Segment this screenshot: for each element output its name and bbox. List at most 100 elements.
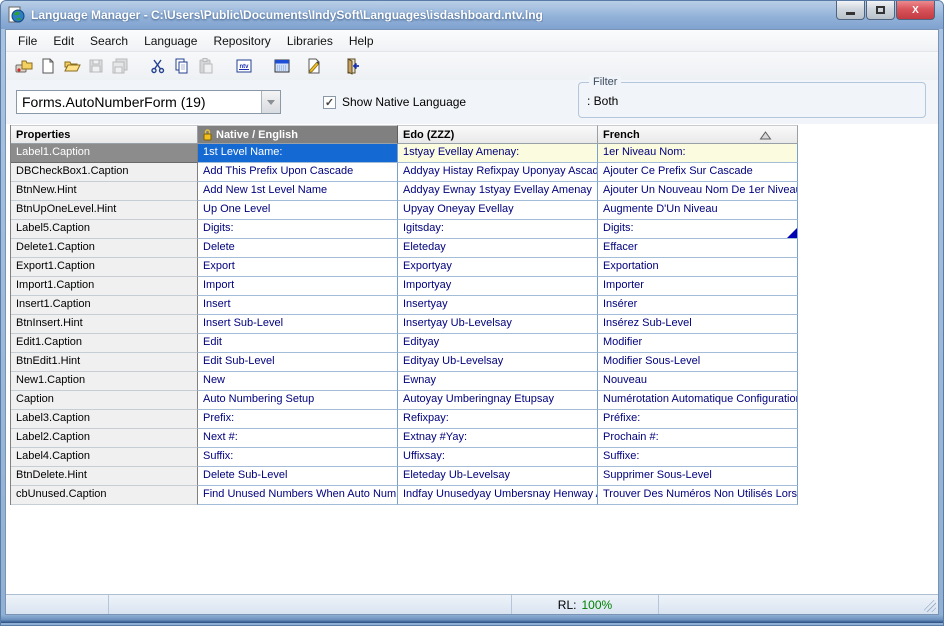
edo-cell[interactable]: Exportyay [398,258,598,277]
native-cell[interactable]: New [198,372,398,391]
property-cell[interactable]: Label4.Caption [11,448,198,467]
property-cell[interactable]: Label5.Caption [11,220,198,239]
property-cell[interactable]: Label3.Caption [11,410,198,429]
french-cell[interactable]: Insérez Sub-Level [598,315,798,334]
save-button[interactable] [84,54,108,78]
native-cell[interactable]: 1st Level Name: [198,144,398,163]
menu-item[interactable]: Language [136,32,205,50]
edo-cell[interactable]: Insertyay [398,296,598,315]
menu-item[interactable]: Help [341,32,382,50]
french-cell[interactable]: Exportation [598,258,798,277]
native-cell[interactable]: Delete Sub-Level [198,467,398,486]
paste-button[interactable] [194,54,218,78]
minimize-button[interactable] [836,1,865,20]
open-file-button[interactable] [60,54,84,78]
property-cell[interactable]: Edit1.Caption [11,334,198,353]
french-cell[interactable]: 1er Niveau Nom: [598,144,798,163]
table-row[interactable]: Delete1.Caption Delete Eleteday Effacer [11,239,798,258]
french-cell[interactable]: Supprimer Sous-Level [598,467,798,486]
copy-button[interactable] [170,54,194,78]
edo-cell[interactable]: Uffixsay: [398,448,598,467]
edo-cell[interactable]: Addyay Ewnay 1styay Evellay Amenay [398,182,598,201]
property-cell[interactable]: cbUnused.Caption [11,486,198,505]
native-cell[interactable]: Find Unused Numbers When Auto Numbering [198,486,398,505]
french-cell[interactable]: Digits: [598,220,798,239]
filter-value[interactable]: : Both [587,94,618,108]
edo-cell[interactable]: Extnay #Yay: [398,429,598,448]
edo-cell[interactable]: Eleteday Ub-Levelsay [398,467,598,486]
edo-cell[interactable]: Edityay [398,334,598,353]
maximize-button[interactable] [866,1,895,20]
table-row[interactable]: Import1.Caption Import Importyay Importe… [11,277,798,296]
table-row[interactable]: BtnNew.Hint Add New 1st Level Name Addya… [11,182,798,201]
french-cell[interactable]: Ajouter Ce Prefix Sur Cascade [598,163,798,182]
french-cell[interactable]: Trouver Des Numéros Non Utilisés Lorsque [598,486,798,505]
french-cell[interactable]: Modifier [598,334,798,353]
save-all-button[interactable] [108,54,132,78]
table-row[interactable]: Label5.Caption Digits: Igitsday: Digits: [11,220,798,239]
native-cell[interactable]: Insert Sub-Level [198,315,398,334]
native-file-button[interactable]: ntv [232,54,256,78]
edo-cell[interactable]: Edityay Ub-Levelsay [398,353,598,372]
table-row[interactable]: BtnEdit1.Hint Edit Sub-Level Edityay Ub-… [11,353,798,372]
native-cell[interactable]: Import [198,277,398,296]
property-cell[interactable]: Caption [11,391,198,410]
column-header-properties[interactable]: Properties [11,125,198,144]
property-cell[interactable]: BtnEdit1.Hint [11,353,198,372]
property-cell[interactable]: Label2.Caption [11,429,198,448]
table-row[interactable]: BtnInsert.Hint Insert Sub-Level Insertya… [11,315,798,334]
table-row[interactable]: Export1.Caption Export Exportyay Exporta… [11,258,798,277]
property-cell[interactable]: Import1.Caption [11,277,198,296]
native-cell[interactable]: Delete [198,239,398,258]
table-row[interactable]: Label3.Caption Prefix: Refixpay: Préfixe… [11,410,798,429]
property-cell[interactable]: DBCheckBox1.Caption [11,163,198,182]
edo-cell[interactable]: 1styay Evellay Amenay: [398,144,598,163]
french-cell[interactable]: Importer [598,277,798,296]
table-row[interactable]: Edit1.Caption Edit Edityay Modifier [11,334,798,353]
native-cell[interactable]: Prefix: [198,410,398,429]
native-cell[interactable]: Edit [198,334,398,353]
close-button[interactable]: X [896,1,935,20]
native-cell[interactable]: Suffix: [198,448,398,467]
french-cell[interactable]: Préfixe: [598,410,798,429]
property-cell[interactable]: New1.Caption [11,372,198,391]
french-cell[interactable]: Modifier Sous-Level [598,353,798,372]
native-cell[interactable]: Edit Sub-Level [198,353,398,372]
table-row[interactable]: Label1.Caption 1st Level Name: 1styay Ev… [11,144,798,163]
edo-cell[interactable]: Refixpay: [398,410,598,429]
table-row[interactable]: Label2.Caption Next #: Extnay #Yay: Proc… [11,429,798,448]
menu-item[interactable]: Edit [45,32,82,50]
edo-cell[interactable]: Insertyay Ub-Levelsay [398,315,598,334]
french-cell[interactable]: Prochain #: [598,429,798,448]
window-view-button[interactable] [270,54,294,78]
column-header-native[interactable]: Native / English [198,125,398,144]
new-language-button[interactable] [12,54,36,78]
french-cell[interactable]: Effacer [598,239,798,258]
property-cell[interactable]: Export1.Caption [11,258,198,277]
exit-button[interactable] [340,54,364,78]
table-row[interactable]: New1.Caption New Ewnay Nouveau [11,372,798,391]
edo-cell[interactable]: Ewnay [398,372,598,391]
french-cell[interactable]: Nouveau [598,372,798,391]
property-cell[interactable]: Label1.Caption [11,144,198,163]
french-cell[interactable]: Suffixe: [598,448,798,467]
table-row[interactable]: cbUnused.Caption Find Unused Numbers Whe… [11,486,798,505]
french-cell[interactable]: Augmente D'Un Niveau [598,201,798,220]
native-cell[interactable]: Add This Prefix Upon Cascade [198,163,398,182]
native-cell[interactable]: Auto Numbering Setup [198,391,398,410]
menu-item[interactable]: Libraries [279,32,341,50]
show-native-checkbox[interactable]: ✓ Show Native Language [323,95,466,109]
cut-button[interactable] [146,54,170,78]
native-cell[interactable]: Export [198,258,398,277]
edo-cell[interactable]: Upyay Oneyay Evellay [398,201,598,220]
native-cell[interactable]: Up One Level [198,201,398,220]
property-cell[interactable]: BtnUpOneLevel.Hint [11,201,198,220]
edo-cell[interactable]: Eleteday [398,239,598,258]
property-cell[interactable]: Delete1.Caption [11,239,198,258]
property-cell[interactable]: BtnInsert.Hint [11,315,198,334]
property-cell[interactable]: BtnNew.Hint [11,182,198,201]
table-row[interactable]: BtnUpOneLevel.Hint Up One Level Upyay On… [11,201,798,220]
table-row[interactable]: BtnDelete.Hint Delete Sub-Level Eleteday… [11,467,798,486]
column-header-french[interactable]: French [598,125,798,144]
table-row[interactable]: Label4.Caption Suffix: Uffixsay: Suffixe… [11,448,798,467]
